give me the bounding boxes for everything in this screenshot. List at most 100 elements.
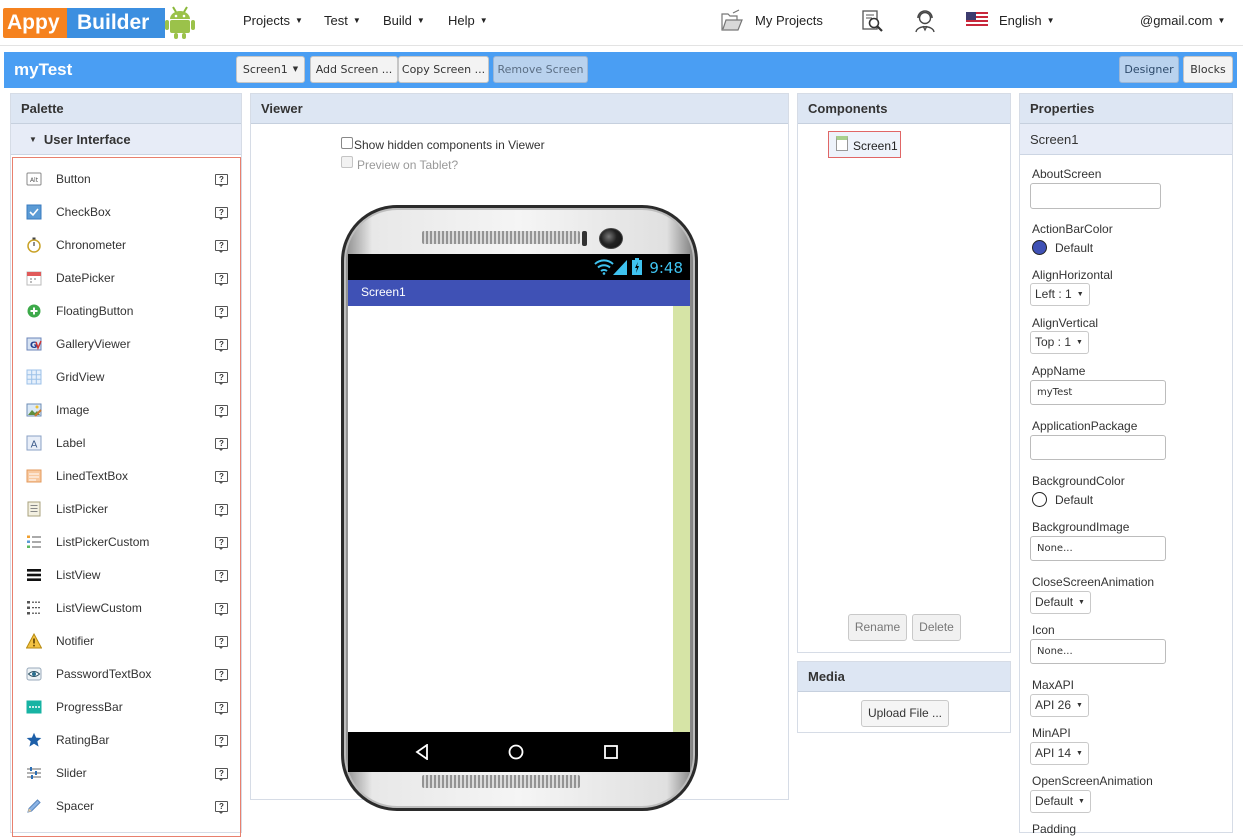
search-document-icon[interactable] — [860, 9, 884, 33]
viewer-panel: Viewer Show hidden components in Viewer … — [250, 93, 789, 811]
help-icon[interactable]: ? — [215, 240, 228, 253]
help-icon[interactable]: ? — [215, 702, 228, 715]
prop-background-color-swatch[interactable] — [1032, 492, 1047, 507]
palette-item-listpicker[interactable]: ListPicker? — [13, 492, 240, 525]
upload-file-button[interactable]: Upload File ... — [861, 700, 949, 727]
palette-item-image[interactable]: Image? — [13, 393, 240, 426]
palette-item-listview[interactable]: ListView? — [13, 558, 240, 591]
properties-panel: Properties Screen1 AboutScreen ActionBar… — [1019, 93, 1233, 836]
show-hidden-checkbox[interactable] — [341, 137, 353, 149]
gallery-icon: G — [26, 337, 42, 351]
delete-button[interactable]: Delete — [912, 614, 961, 641]
screen-select[interactable]: Screen1 ▼ — [236, 56, 305, 83]
account-menu[interactable]: @gmail.com ▼ — [1140, 13, 1225, 28]
help-icon[interactable]: ? — [215, 570, 228, 583]
help-icon[interactable]: ? — [215, 603, 228, 616]
help-icon[interactable]: ? — [215, 537, 228, 550]
help-icon[interactable]: ? — [215, 207, 228, 220]
remove-screen-button[interactable]: Remove Screen — [493, 56, 588, 83]
help-icon[interactable]: ? — [215, 669, 228, 682]
palette-item-notifier[interactable]: Notifier? — [13, 624, 240, 657]
folder-open-icon[interactable] — [720, 9, 744, 33]
list-picker-icon — [27, 501, 41, 517]
help-icon[interactable]: ? — [215, 372, 228, 385]
palette-item-label: DatePicker — [56, 271, 115, 285]
help-icon[interactable]: ? — [215, 174, 228, 187]
prop-icon-picker[interactable]: None... — [1030, 639, 1166, 664]
preview-tablet-checkbox[interactable] — [341, 156, 353, 168]
prop-max-api-select[interactable]: API 26 ▼ — [1030, 694, 1089, 717]
prop-application-package-input[interactable] — [1030, 435, 1166, 460]
components-title: Components — [798, 94, 1010, 124]
palette-item-spacer[interactable]: Spacer? — [13, 789, 240, 822]
status-clock: 9:48 — [649, 259, 683, 277]
language-select[interactable]: English ▼ — [999, 13, 1055, 28]
prop-max-api-value: API 26 — [1035, 698, 1072, 712]
help-icon[interactable]: ? — [215, 273, 228, 286]
palette-item-datepicker[interactable]: DatePicker? — [13, 261, 240, 294]
my-projects-link[interactable]: My Projects — [755, 13, 823, 28]
prop-app-name-input[interactable]: myTest — [1030, 380, 1166, 405]
blocks-button[interactable]: Blocks — [1183, 56, 1233, 83]
palette-item-label: LinedTextBox — [56, 469, 129, 483]
battery-charging-icon — [632, 258, 642, 275]
menu-build[interactable]: Build ▼ — [383, 13, 425, 28]
prop-open-animation-label: OpenScreenAnimation — [1032, 774, 1153, 788]
help-icon[interactable]: ? — [215, 636, 228, 649]
palette-item-progressbar[interactable]: ProgressBar? — [13, 690, 240, 723]
palette-item-floatingbutton[interactable]: FloatingButton? — [13, 294, 240, 327]
copy-screen-button[interactable]: Copy Screen ... — [398, 56, 489, 83]
rename-button[interactable]: Rename — [848, 614, 907, 641]
menu-test[interactable]: Test ▼ — [324, 13, 361, 28]
user-support-icon[interactable] — [913, 9, 937, 33]
help-icon[interactable]: ? — [215, 306, 228, 319]
prop-action-bar-color-swatch[interactable] — [1032, 240, 1047, 255]
component-tree-screen1[interactable]: Screen1 — [828, 131, 901, 158]
palette-item-ratingbar[interactable]: RatingBar? — [13, 723, 240, 756]
help-icon[interactable]: ? — [215, 438, 228, 451]
palette-item-gridview[interactable]: GridView? — [13, 360, 240, 393]
palette-item-passwordtextbox[interactable]: PasswordTextBox? — [13, 657, 240, 690]
language-label: English — [999, 13, 1042, 28]
prop-align-vertical-select[interactable]: Top : 1 ▼ — [1030, 331, 1089, 354]
palette-item-listviewcustom[interactable]: ListViewCustom? — [13, 591, 240, 624]
palette-category-user-interface[interactable]: ▼ User Interface — [11, 124, 241, 155]
home-icon — [508, 744, 524, 760]
prop-background-image-picker[interactable]: None... — [1030, 536, 1166, 561]
menu-projects[interactable]: Projects ▼ — [243, 13, 303, 28]
menu-help[interactable]: Help ▼ — [448, 13, 488, 28]
palette-item-label: ListViewCustom — [56, 601, 142, 615]
help-icon[interactable]: ? — [215, 339, 228, 352]
palette-item-button[interactable]: Alt Button? — [13, 162, 240, 195]
help-icon[interactable]: ? — [215, 735, 228, 748]
prop-about-screen-textarea[interactable] — [1030, 183, 1161, 209]
add-screen-button[interactable]: Add Screen ... — [310, 56, 398, 83]
prop-align-horizontal-select[interactable]: Left : 1 ▼ — [1030, 283, 1090, 306]
designer-button[interactable]: Designer — [1119, 56, 1179, 83]
prop-open-animation-select[interactable]: Default ▼ — [1030, 790, 1091, 813]
palette-item-listpickercustom[interactable]: ListPickerCustom? — [13, 525, 240, 558]
help-icon[interactable]: ? — [215, 768, 228, 781]
label-icon: A — [26, 435, 42, 451]
phone-speaker-top — [422, 231, 580, 244]
palette-item-checkbox[interactable]: CheckBox? — [13, 195, 240, 228]
prop-min-api-select[interactable]: API 14 ▼ — [1030, 742, 1089, 765]
account-label: @gmail.com — [1140, 13, 1213, 28]
palette-item-label[interactable]: A Label? — [13, 426, 240, 459]
project-title: myTest — [14, 60, 73, 79]
prop-action-bar-color-label: ActionBarColor — [1032, 222, 1113, 236]
palette-item-slider[interactable]: Slider? — [13, 756, 240, 789]
help-icon[interactable]: ? — [215, 471, 228, 484]
appybuilder-logo[interactable]: Appy Builder — [3, 4, 195, 40]
app-screen-body[interactable] — [348, 306, 690, 732]
help-icon[interactable]: ? — [215, 405, 228, 418]
prop-background-color-label: BackgroundColor — [1032, 474, 1125, 488]
prop-close-animation-select[interactable]: Default ▼ — [1030, 591, 1091, 614]
palette-item-linedtextbox[interactable]: LinedTextBox? — [13, 459, 240, 492]
viewer-title: Viewer — [251, 94, 788, 124]
palette-item-chronometer[interactable]: Chronometer? — [13, 228, 240, 261]
palette-item-galleryviewer[interactable]: G GalleryViewer? — [13, 327, 240, 360]
help-icon[interactable]: ? — [215, 801, 228, 814]
wifi-icon — [594, 259, 614, 275]
help-icon[interactable]: ? — [215, 504, 228, 517]
